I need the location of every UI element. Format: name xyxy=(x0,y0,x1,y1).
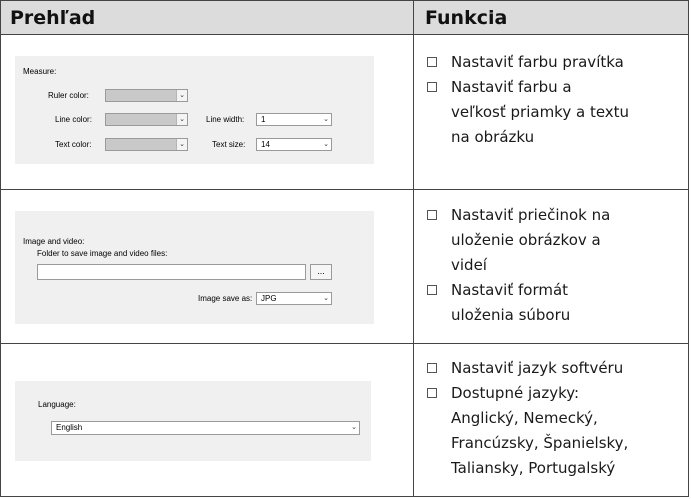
function-line: Nastaviť formát xyxy=(451,281,569,299)
function-line: Francúzsky, Španielsky, xyxy=(451,434,629,452)
column-divider xyxy=(413,1,414,496)
line-color-label: Line color: xyxy=(55,115,92,124)
text-size-value: 14 xyxy=(261,140,270,149)
measure-settings-screenshot: Measure: Ruler color: ⌄ Line color: ⌄ Te… xyxy=(15,56,374,164)
table-header: Prehľad Funkcia xyxy=(1,1,688,35)
header-function: Funkcia xyxy=(425,7,508,29)
language-title: Language: xyxy=(38,400,76,409)
checkbox-square-icon xyxy=(427,57,437,67)
image-video-settings-screenshot: Image and video: Folder to save image an… xyxy=(15,211,374,324)
function-line: Taliansky, Portugalský xyxy=(451,459,616,477)
chevron-down-icon: ⌄ xyxy=(176,90,187,101)
text-size-label: Text size: xyxy=(212,140,246,149)
function-line: uloženie obrázkov a xyxy=(451,231,601,249)
folder-path-input[interactable] xyxy=(37,264,306,280)
ruler-color-label: Ruler color: xyxy=(48,91,89,100)
function-item: Nastaviť jazyk softvéru xyxy=(425,356,628,381)
chevron-down-icon: ⌄ xyxy=(323,295,329,302)
checkbox-square-icon xyxy=(427,82,437,92)
function-item: Nastaviť priečinok na uloženie obrázkov … xyxy=(425,203,610,278)
chevron-down-icon: ⌄ xyxy=(351,424,357,431)
save-as-label: Image save as: xyxy=(198,294,253,303)
function-line: uloženia súboru xyxy=(451,306,571,324)
function-item: Nastaviť farbu pravítka xyxy=(425,50,629,75)
checkbox-square-icon xyxy=(427,210,437,220)
checkbox-square-icon xyxy=(427,285,437,295)
ruler-color-select[interactable]: ⌄ xyxy=(105,89,188,102)
text-color-select[interactable]: ⌄ xyxy=(105,138,188,151)
checkbox-square-icon xyxy=(427,388,437,398)
functions-language: Nastaviť jazyk softvéru Dostupné jazyky:… xyxy=(425,356,628,481)
language-value: English xyxy=(56,423,83,432)
function-line: Dostupné jazyky: xyxy=(451,384,580,402)
line-width-select[interactable]: 1 ⌄ xyxy=(256,113,332,126)
checkbox-square-icon xyxy=(427,363,437,373)
text-size-select[interactable]: 14 ⌄ xyxy=(256,138,332,151)
functions-measure: Nastaviť farbu pravítka Nastaviť farbu a… xyxy=(425,50,629,150)
chevron-down-icon: ⌄ xyxy=(323,116,329,123)
function-line: Nastaviť jazyk softvéru xyxy=(451,359,624,377)
function-item: Dostupné jazyky: Anglický, Nemecký, Fran… xyxy=(425,381,628,481)
line-color-select[interactable]: ⌄ xyxy=(105,113,188,126)
header-overview: Prehľad xyxy=(10,7,96,29)
function-line: Nastaviť priečinok na xyxy=(451,206,611,224)
function-line: videí xyxy=(451,256,487,274)
chevron-down-icon: ⌄ xyxy=(176,139,187,150)
function-line: Nastaviť farbu pravítka xyxy=(451,53,624,71)
browse-button[interactable]: ... xyxy=(310,264,332,280)
language-select[interactable]: English ⌄ xyxy=(51,421,360,435)
row-divider xyxy=(1,189,688,190)
function-item: Nastaviť formát uloženia súboru xyxy=(425,278,610,328)
save-format-select[interactable]: JPG ⌄ xyxy=(256,292,332,305)
measure-title: Measure: xyxy=(23,67,57,76)
row-divider xyxy=(1,343,688,344)
function-line: Nastaviť farbu a xyxy=(451,78,572,96)
folder-label: Folder to save image and video files: xyxy=(37,249,168,258)
function-line: na obrázku xyxy=(451,128,535,146)
function-line: Anglický, Nemecký, xyxy=(451,409,598,427)
function-item: Nastaviť farbu a veľkosť priamky a textu… xyxy=(425,75,629,150)
chevron-down-icon: ⌄ xyxy=(176,114,187,125)
line-width-value: 1 xyxy=(261,115,266,124)
chevron-down-icon: ⌄ xyxy=(323,141,329,148)
text-color-label: Text color: xyxy=(55,140,92,149)
image-video-title: Image and video: xyxy=(23,237,85,246)
save-format-value: JPG xyxy=(261,294,277,303)
line-width-label: Line width: xyxy=(206,115,245,124)
function-line: veľkosť priamky a textu xyxy=(451,103,630,121)
language-settings-screenshot: Language: English ⌄ xyxy=(15,381,371,461)
functions-image-video: Nastaviť priečinok na uloženie obrázkov … xyxy=(425,203,610,328)
overview-table: Prehľad Funkcia Measure: Ruler color: ⌄ … xyxy=(0,0,689,497)
